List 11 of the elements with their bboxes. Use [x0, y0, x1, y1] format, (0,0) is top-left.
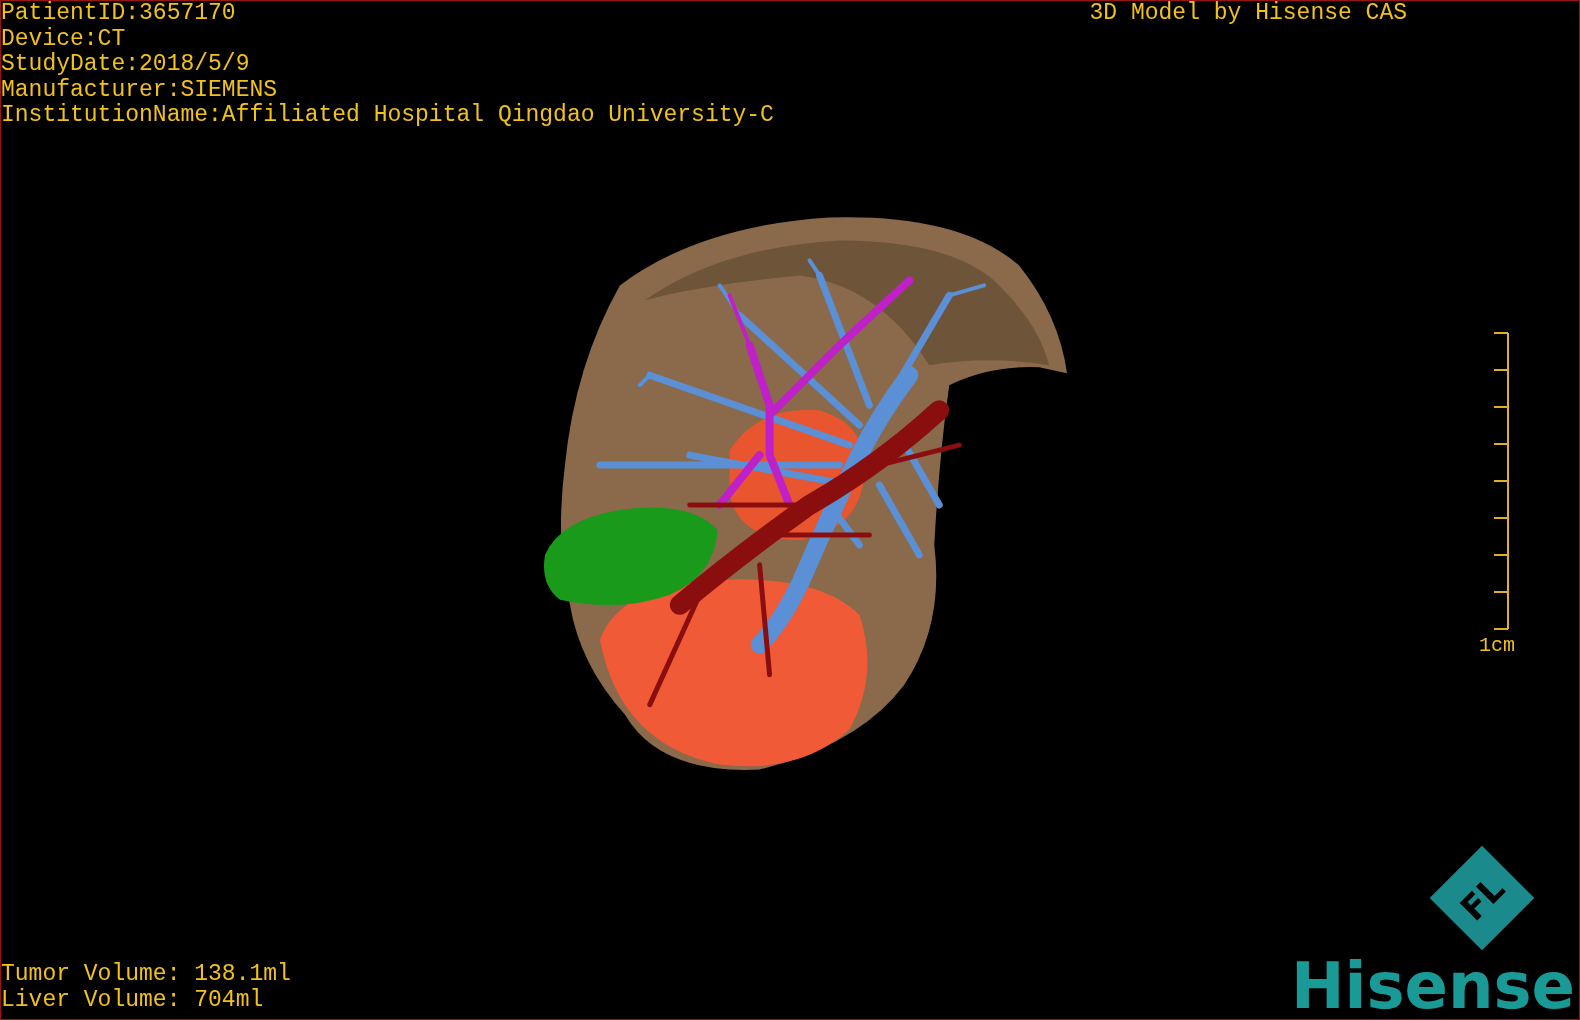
study-info-text: PatientID:3657170 [1, 1, 237, 27]
logo-mark: FL [1429, 845, 1535, 951]
study-info-text: InstitutionName:Affiliated Hospital Qingdao University-C [1, 103, 774, 129]
volume-text: Liver Volume: 704ml [1, 987, 265, 1013]
viewer-title: 3D Model by Hisense CAS [1089, 1, 1407, 26]
study-info-text: Manufacturer:SIEMENS [1, 77, 279, 103]
volume-text: Tumor Volume: 138.1ml [1, 962, 291, 988]
study-info-text: StudyDate:2018/5/9 [1, 52, 251, 78]
logo-wordmark: Hisense [1290, 953, 1575, 1019]
study-info-text: Device:CT [1, 26, 127, 52]
scale-label: 1cm [1479, 634, 1515, 658]
